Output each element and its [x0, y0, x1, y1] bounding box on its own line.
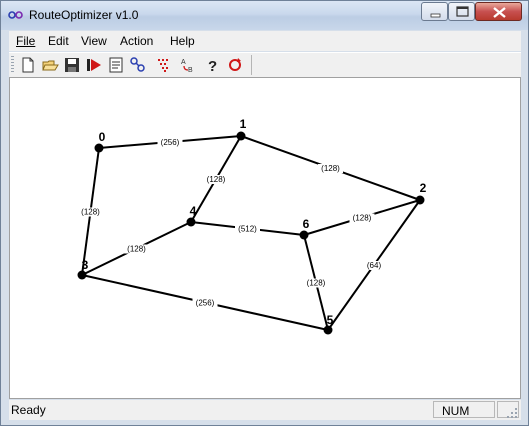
status-bar: Ready NUM — [9, 400, 521, 420]
help-icon[interactable]: ? — [203, 56, 221, 74]
menu-bar: File Edit View Action Help — [9, 31, 521, 51]
menu-help[interactable]: Help — [170, 34, 195, 48]
edge-weight-label: (512) — [238, 225, 257, 234]
window-title: RouteOptimizer v1.0 — [29, 8, 139, 22]
app-icon — [8, 11, 23, 19]
status-num-panel: NUM — [433, 401, 495, 418]
toolbar: AB ? — [9, 52, 521, 78]
graph-canvas[interactable]: (256) (128) (128) (128) (512) (128) (128) (64) (… — [9, 77, 521, 399]
edge-weight-label: (64) — [367, 261, 382, 270]
node-2[interactable] — [415, 195, 425, 205]
grid-icon[interactable] — [155, 56, 173, 74]
toolbar-separator — [251, 55, 252, 75]
svg-text:B: B — [188, 67, 193, 74]
edge-weight-label: (128) — [307, 279, 326, 288]
menu-help-label: Help — [170, 34, 195, 48]
menu-action[interactable]: Action — [120, 34, 153, 48]
edge-weight-label: (128) — [207, 175, 226, 184]
route-graph[interactable]: (256) (128) (128) (128) (512) (128) (128) (64) (… — [10, 78, 520, 398]
node-label-4: 4 — [190, 204, 197, 218]
refresh-icon[interactable] — [226, 56, 244, 74]
edge-weight-label: (128) — [321, 164, 340, 173]
menu-view-label: View — [81, 34, 107, 48]
svg-text:A: A — [181, 59, 186, 66]
status-ready: Ready — [11, 403, 46, 417]
menu-edit-label: Edit — [48, 34, 69, 48]
status-num: NUM — [442, 404, 470, 418]
edge-weight-label: (128) — [127, 245, 146, 254]
node-6[interactable] — [299, 230, 309, 240]
open-folder-icon[interactable] — [41, 56, 59, 74]
close-button[interactable] — [475, 2, 522, 21]
edge-weight-label: (128) — [81, 208, 100, 217]
close-icon — [493, 7, 506, 18]
new-file-icon[interactable] — [19, 56, 37, 74]
maximize-icon — [456, 6, 469, 17]
menu-file-label: File — [16, 34, 36, 48]
edge-weight-label: (256) — [196, 299, 215, 308]
menu-action-label: Action — [120, 34, 154, 48]
node-4[interactable] — [186, 217, 196, 227]
maximize-button[interactable] — [448, 2, 475, 21]
node-label-6: 6 — [303, 217, 310, 231]
minimize-button[interactable] — [421, 2, 448, 21]
svg-text:?: ? — [208, 58, 217, 74]
app-window: RouteOptimizer v1.0 File Edit View Actio… — [0, 0, 529, 426]
node-0[interactable] — [94, 143, 104, 153]
toolbar-grip[interactable] — [11, 56, 14, 73]
node-label-5: 5 — [327, 313, 334, 327]
route-icon[interactable] — [129, 56, 147, 74]
menu-file[interactable]: File — [16, 34, 35, 48]
node-label-1: 1 — [240, 117, 247, 131]
node-label-3: 3 — [82, 258, 89, 272]
node-1[interactable] — [236, 131, 246, 141]
resize-grip-icon[interactable] — [505, 406, 519, 420]
edge-weight-label: (128) — [353, 214, 372, 223]
ab-icon[interactable]: AB — [179, 56, 197, 74]
edge-weight-label: (256) — [161, 138, 180, 147]
menu-view[interactable]: View — [81, 34, 107, 48]
minimize-icon — [430, 13, 441, 18]
menu-edit[interactable]: Edit — [48, 34, 69, 48]
properties-icon[interactable] — [107, 56, 125, 74]
run-icon[interactable] — [85, 56, 103, 74]
node-label-0: 0 — [99, 130, 106, 144]
node-label-2: 2 — [420, 181, 427, 195]
title-bar[interactable]: RouteOptimizer v1.0 — [1, 1, 528, 30]
save-icon[interactable] — [63, 56, 81, 74]
